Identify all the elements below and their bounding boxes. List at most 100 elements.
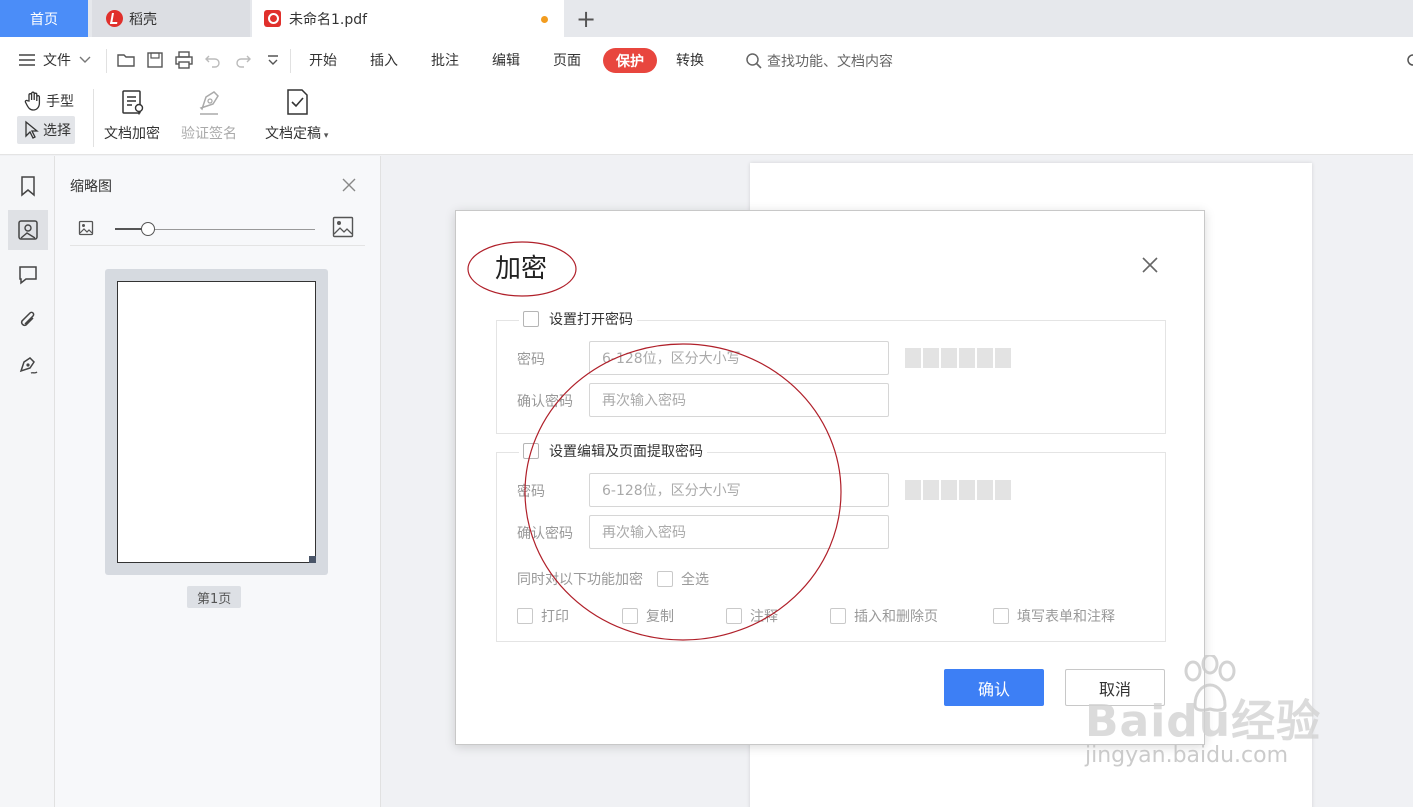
- finalize-document-label: 文档定稿 ▾: [265, 126, 329, 142]
- menu-insert[interactable]: 插入: [370, 37, 398, 83]
- thumbnail-panel-button[interactable]: [8, 210, 48, 250]
- select-all-checkbox[interactable]: [657, 571, 673, 587]
- select-tool-label: 选择: [43, 123, 71, 139]
- encrypt-document-button[interactable]: 文档加密: [104, 87, 160, 143]
- option-print[interactable]: 打印: [517, 606, 569, 626]
- watermark-brand: Baidu经验: [1085, 696, 1322, 747]
- close-icon[interactable]: [1140, 255, 1160, 275]
- document-lock-icon: [122, 90, 144, 115]
- pen-signature-icon: [19, 357, 38, 374]
- confirm-password-label: 确认密码: [517, 526, 573, 542]
- thumbnail-panel: 缩略图 第1页: [55, 156, 381, 807]
- menu-annotate[interactable]: 批注: [431, 37, 459, 83]
- also-encrypt-label: 同时对以下功能加密: [517, 572, 643, 588]
- checkbox-box[interactable]: [523, 443, 539, 459]
- edit-password-confirm-input[interactable]: 再次输入密码: [589, 515, 889, 549]
- divider: [93, 89, 94, 147]
- option-insert-delete-pages[interactable]: 插入和删除页: [830, 606, 938, 626]
- password-strength-meter: [905, 480, 1011, 500]
- page-number-label: 第1页: [187, 586, 242, 608]
- tab-docer[interactable]: 稻壳: [92, 0, 250, 37]
- open-password-checkbox[interactable]: 设置打开密码: [519, 309, 637, 329]
- zoom-slider-handle[interactable]: [141, 222, 155, 236]
- bookmark-icon: [21, 176, 35, 197]
- hamburger-icon: [19, 54, 35, 66]
- menu-protect[interactable]: 保护: [603, 48, 657, 73]
- verify-signature-label: 验证签名: [181, 126, 237, 142]
- password-label: 密码: [517, 484, 545, 500]
- finalize-document-button[interactable]: 文档定稿 ▾: [265, 87, 328, 143]
- menu-bar: 文件 开始 插入 批注 编辑 页面 保护 转换 查找功能、文档内容: [0, 37, 1413, 83]
- option-copy[interactable]: 复制: [622, 606, 674, 626]
- select-all-label: 全选: [681, 572, 709, 588]
- undo-icon[interactable]: [203, 51, 223, 69]
- tab-document[interactable]: 未命名1.pdf: [252, 0, 564, 37]
- password-label: 密码: [517, 352, 545, 368]
- file-menu[interactable]: 文件: [18, 37, 91, 83]
- bookmark-panel-button[interactable]: [8, 166, 48, 206]
- ribbon: 手型 选择 文档加密 验证签名 文档定稿 ▾: [0, 83, 1413, 155]
- menu-start[interactable]: 开始: [309, 37, 337, 83]
- checkbox-box[interactable]: [622, 608, 638, 624]
- open-password-group: 设置打开密码 密码 6-128位，区分大小写 确认密码 再次输入密码: [496, 309, 1166, 434]
- menu-edit[interactable]: 编辑: [492, 37, 520, 83]
- search-box[interactable]: 查找功能、文档内容: [745, 50, 893, 72]
- confirm-password-label: 确认密码: [517, 394, 573, 410]
- also-encrypt-row: 同时对以下功能加密 全选: [517, 569, 709, 589]
- tab-docer-label: 稻壳: [129, 11, 157, 28]
- save-icon[interactable]: [145, 51, 165, 69]
- select-tool[interactable]: 选择: [17, 116, 75, 144]
- menu-convert[interactable]: 转换: [676, 37, 704, 83]
- open-folder-icon[interactable]: [116, 51, 136, 69]
- image-icon: [18, 220, 38, 240]
- comment-panel-button[interactable]: [8, 255, 48, 295]
- checkbox-box[interactable]: [993, 608, 1009, 624]
- print-icon[interactable]: [174, 51, 194, 69]
- tab-document-label: 未命名1.pdf: [289, 11, 368, 28]
- tab-bar: 首页 稻壳 未命名1.pdf +: [0, 0, 1413, 37]
- hand-tool[interactable]: 手型: [22, 89, 76, 113]
- thumbnail-panel-title: 缩略图: [70, 179, 112, 195]
- edit-password-input[interactable]: 6-128位，区分大小写: [589, 473, 889, 507]
- close-icon[interactable]: [340, 176, 358, 194]
- checkbox-box[interactable]: [517, 608, 533, 624]
- pen-nib-icon: [199, 91, 219, 115]
- edit-password-group: 设置编辑及页面提取密码 密码 6-128位，区分大小写 确认密码 再次输入密码 …: [496, 441, 1166, 642]
- cursor-arrow-icon: [25, 120, 39, 139]
- search-placeholder: 查找功能、文档内容: [767, 54, 893, 70]
- open-password-input[interactable]: 6-128位，区分大小写: [589, 341, 889, 375]
- checkbox-box[interactable]: [830, 608, 846, 624]
- tab-home[interactable]: 首页: [0, 0, 88, 37]
- checkbox-box[interactable]: [523, 311, 539, 327]
- page-thumbnail[interactable]: [105, 269, 328, 575]
- new-tab-button[interactable]: +: [572, 5, 600, 33]
- hand-tool-label: 手型: [46, 94, 74, 110]
- dialog-title: 加密: [495, 254, 548, 284]
- left-rail: [0, 156, 55, 807]
- attachment-panel-button[interactable]: [8, 300, 48, 340]
- menu-page[interactable]: 页面: [553, 37, 581, 83]
- redo-icon[interactable]: [233, 51, 253, 69]
- file-menu-label: 文件: [43, 53, 71, 69]
- small-image-icon[interactable]: [78, 220, 94, 236]
- edit-password-checkbox[interactable]: 设置编辑及页面提取密码: [519, 441, 707, 461]
- search-icon: [746, 53, 762, 69]
- page-thumbnail-preview: [117, 281, 316, 563]
- large-image-icon[interactable]: [332, 216, 354, 238]
- verify-signature-button[interactable]: 验证签名: [181, 87, 237, 143]
- signature-panel-button[interactable]: [8, 345, 48, 385]
- document-check-icon: [286, 89, 308, 115]
- option-annotate[interactable]: 注释: [726, 606, 778, 626]
- confirm-button[interactable]: 确认: [944, 669, 1044, 706]
- open-password-checkbox-label: 设置打开密码: [549, 312, 633, 328]
- more-chevron-icon[interactable]: [263, 51, 283, 69]
- thumbnail-zoom-row: [70, 216, 365, 246]
- edit-password-checkbox-label: 设置编辑及页面提取密码: [549, 444, 703, 460]
- open-password-confirm-input[interactable]: 再次输入密码: [589, 383, 889, 417]
- checkbox-box[interactable]: [726, 608, 742, 624]
- cloud-sync-icon[interactable]: [1405, 52, 1413, 68]
- unsaved-dot-icon: [541, 16, 548, 23]
- option-fill-forms-label: 填写表单和注释: [1017, 609, 1115, 625]
- hand-icon: [24, 91, 41, 111]
- option-fill-forms[interactable]: 填写表单和注释: [993, 606, 1115, 626]
